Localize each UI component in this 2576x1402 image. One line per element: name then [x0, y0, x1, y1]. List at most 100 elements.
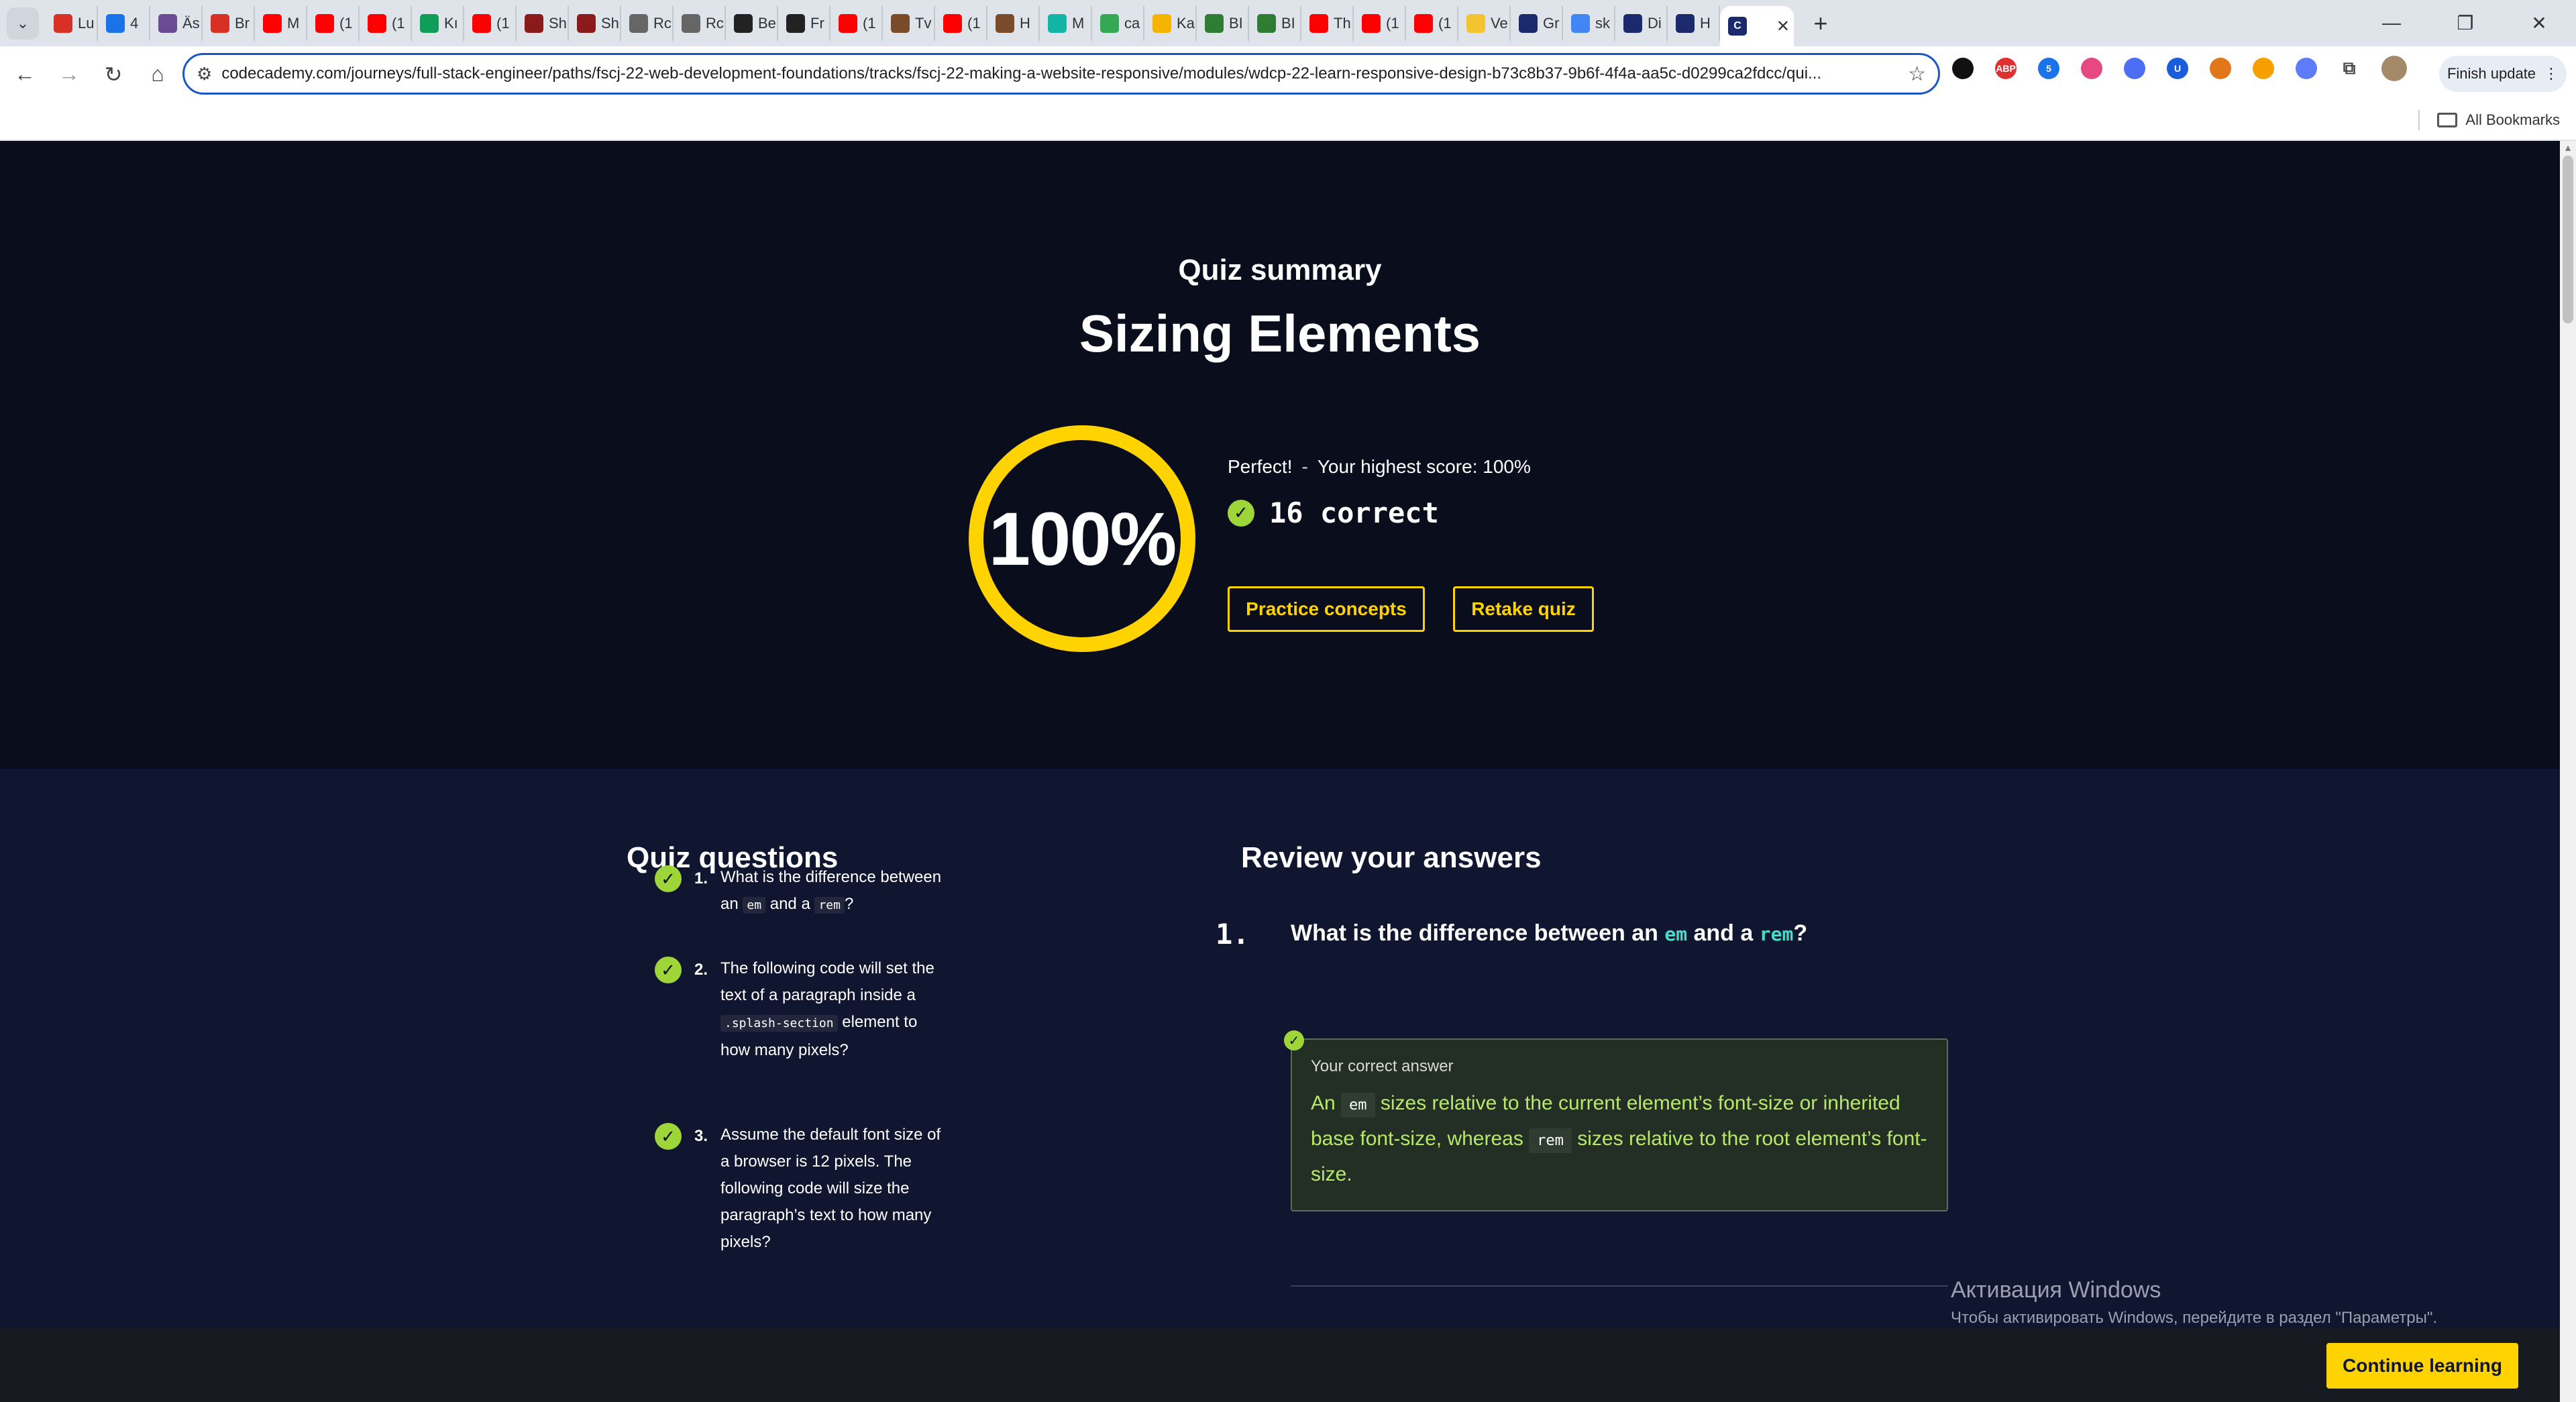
tab-21[interactable]: ca — [1092, 5, 1144, 41]
tab-13[interactable]: Rc — [674, 5, 726, 41]
tab-12[interactable]: Rc — [621, 5, 674, 41]
youtube-icon — [943, 13, 962, 33]
check-circle-icon: ✓ — [1228, 499, 1254, 527]
tab-7[interactable]: (1 — [360, 5, 412, 41]
tab-label: (1 — [1438, 14, 1452, 32]
continue-learning-button[interactable]: Continue learning — [2326, 1343, 2518, 1389]
tab-30[interactable]: sk — [1563, 5, 1615, 41]
extensions-puzzle-icon[interactable]: ⧉ — [2339, 58, 2360, 79]
restore-button[interactable]: ❐ — [2428, 12, 2502, 34]
browser-toolbar: ← → ↻ ⌂ ⚙ codecademy.com/journeys/full-s… — [0, 46, 2576, 102]
tab-label: BI — [1229, 14, 1243, 32]
tab-2[interactable]: 4 — [98, 5, 150, 41]
tab-17[interactable]: Tv — [883, 5, 935, 41]
key-ext-icon[interactable] — [2253, 58, 2274, 79]
text-fragment: Assume the default font size of a browse… — [720, 1126, 941, 1251]
tab-8[interactable]: Kı — [412, 5, 464, 41]
circle-icon — [158, 13, 177, 33]
tab-28[interactable]: Ve — [1458, 5, 1511, 41]
tab-9[interactable]: (1 — [464, 5, 517, 41]
youtube-icon — [368, 13, 386, 33]
quiz-summary-hero: Quiz summary Sizing Elements 100% Perfec… — [0, 141, 2560, 769]
bubbles-ext-icon[interactable] — [2124, 58, 2145, 79]
minimize-button[interactable]: — — [2355, 12, 2428, 34]
tab-strip: ⌄ Lu 4 Äs Br M (1 (1 Kı (1 Sh Sh Rc Rc Be Fr (1 Tv (1 H Mca… — [0, 0, 2576, 46]
tab-25[interactable]: Th — [1301, 5, 1354, 41]
tab-19[interactable]: H — [987, 5, 1040, 41]
window-controls: — ❐ ✕ — [2355, 12, 2576, 34]
tab-label: Äs — [182, 14, 200, 32]
tab-1[interactable]: Lu — [46, 5, 98, 41]
tab-31[interactable]: Di — [1615, 5, 1668, 41]
retake-quiz-button[interactable]: Retake quiz — [1453, 586, 1594, 632]
tab-23[interactable]: BI — [1197, 5, 1249, 41]
ys-icon — [629, 13, 648, 33]
gear-ext-icon[interactable] — [2296, 58, 2317, 79]
back-button[interactable]: ← — [5, 55, 44, 94]
ys-icon — [682, 13, 700, 33]
tab-18[interactable]: (1 — [935, 5, 987, 41]
activation-text: Чтобы активировать Windows, перейдите в … — [1951, 1309, 2438, 1327]
bookmark-star-icon[interactable]: ☆ — [1908, 62, 1926, 86]
target-ext-icon[interactable] — [2081, 58, 2102, 79]
tab-label: (1 — [392, 14, 405, 32]
question-number: 1. — [694, 869, 708, 887]
text-fragment: The following code will set the text of … — [720, 959, 934, 1004]
tab-27[interactable]: (1 — [1406, 5, 1458, 41]
page-scrollbar[interactable]: ▲ — [2560, 141, 2576, 1402]
check-circle-icon: ✓ — [655, 1123, 682, 1150]
reload-button[interactable]: ↻ — [94, 55, 133, 94]
forward-button[interactable]: → — [50, 55, 89, 94]
correct-answer-card: ✓ Your correct answer An em sizes relati… — [1284, 1030, 1948, 1211]
tab-10[interactable]: Sh — [517, 5, 569, 41]
home-button[interactable]: ⌂ — [138, 55, 177, 94]
tab-22[interactable]: Ka — [1144, 5, 1197, 41]
address-bar[interactable]: ⚙ codecademy.com/journeys/full-stack-eng… — [182, 53, 1940, 95]
all-bookmarks-button[interactable]: All Bookmarks — [2418, 110, 2560, 130]
quiz-question-item[interactable]: ✓ 1. What is the difference between an em … — [655, 865, 950, 919]
review-question-number: 1. — [1216, 918, 1250, 951]
tab-20[interactable]: M — [1040, 5, 1092, 41]
finish-update-button[interactable]: Finish update ⋮ — [2439, 56, 2567, 92]
tab-5[interactable]: M — [255, 5, 307, 41]
tab-16[interactable]: (1 — [830, 5, 883, 41]
tab-label: 4 — [130, 14, 139, 32]
tab-32[interactable]: H — [1668, 5, 1720, 41]
tab-label: Rc — [653, 14, 672, 32]
url-text[interactable]: codecademy.com/journeys/full-stack-engin… — [221, 64, 1898, 83]
question-text: The following code will set the text of … — [720, 955, 942, 1064]
tab-24[interactable]: BI — [1249, 5, 1301, 41]
new-tab-button[interactable]: + — [1801, 9, 1841, 38]
tab-3[interactable]: Äs — [150, 5, 203, 41]
tab-search-dropdown[interactable]: ⌄ — [7, 7, 39, 40]
tab-14[interactable]: Be — [726, 5, 778, 41]
tab-26[interactable]: (1 — [1354, 5, 1406, 41]
tab-6[interactable]: (1 — [307, 5, 360, 41]
scroll-thumb[interactable] — [2563, 156, 2573, 323]
ext-badge-icon[interactable]: 5 — [2038, 58, 2059, 79]
tab-label: (1 — [1386, 14, 1399, 32]
sheets-plus-icon — [420, 13, 439, 33]
close-window-button[interactable]: ✕ — [2502, 12, 2576, 34]
sv-icon — [525, 13, 543, 33]
site-info-icon[interactable]: ⚙ — [197, 64, 212, 85]
profile-avatar[interactable] — [2381, 56, 2407, 81]
quiz-question-item[interactable]: ✓ 3. Assume the default font size of a bro… — [655, 1123, 950, 1256]
text-fragment: An — [1311, 1092, 1342, 1114]
tab-label: Di — [1648, 14, 1662, 32]
scroll-up-icon[interactable]: ▲ — [2560, 142, 2576, 153]
close-tab-icon[interactable]: ✕ — [1776, 17, 1790, 36]
tab-29[interactable]: Gr — [1511, 5, 1563, 41]
bitwarden-icon[interactable]: U — [2167, 58, 2188, 79]
tab-15[interactable]: Fr — [778, 5, 830, 41]
metamask-icon[interactable] — [2210, 58, 2231, 79]
tab-active[interactable]: C ✕ — [1720, 6, 1794, 46]
abp-icon[interactable]: ABP — [1995, 58, 2017, 79]
tab-11[interactable]: Sh — [569, 5, 621, 41]
practice-concepts-button[interactable]: Practice concepts — [1228, 586, 1425, 632]
circle-ext-icon[interactable] — [1952, 58, 1974, 79]
quiz-question-item[interactable]: ✓ 2. The following code will set the text … — [655, 957, 950, 1064]
tab-label: H — [1700, 14, 1711, 32]
codecademy-icon — [1676, 13, 1695, 33]
tab-4[interactable]: Br — [203, 5, 255, 41]
